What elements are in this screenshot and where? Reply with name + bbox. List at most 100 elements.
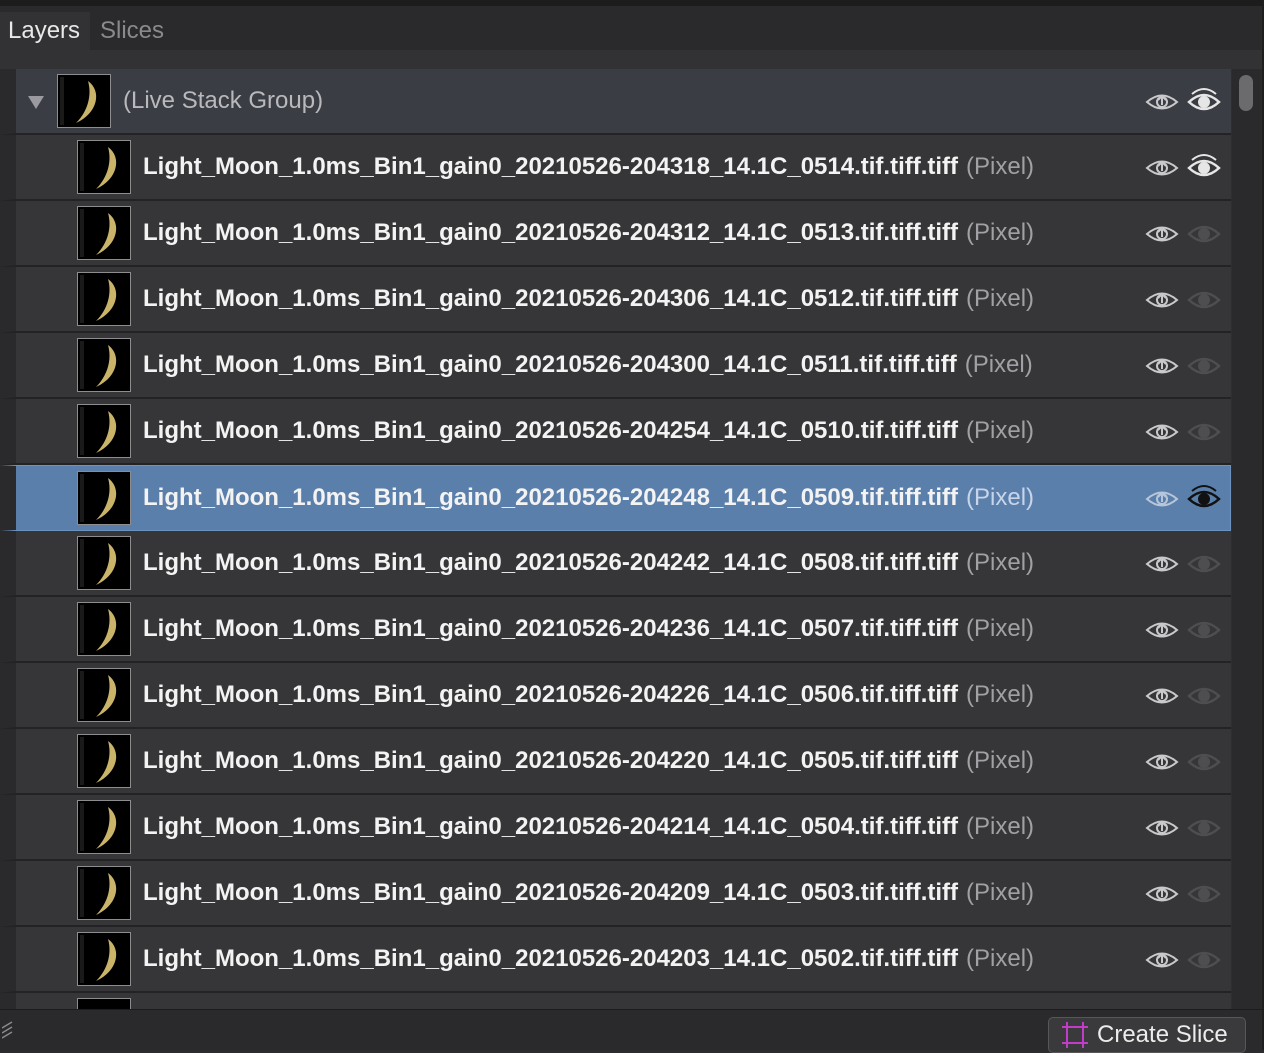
eye-arrow-icon[interactable]: [1145, 811, 1179, 843]
layer-kind: (Pixel): [966, 484, 1035, 511]
layer-row[interactable]: Light_Moon_1.0ms_Bin1_gain0_20210526-204…: [0, 597, 1231, 663]
eye-icon[interactable]: [1187, 482, 1221, 514]
layer-name-text: Light_Moon_1.0ms_Bin1_gain0_20210526-204…: [143, 549, 959, 576]
moon-thumbnail-icon: [80, 209, 117, 257]
moon-thumbnail-icon: [80, 737, 117, 785]
eye-icon[interactable]: [1187, 811, 1221, 843]
eye-arrow-icon[interactable]: [1145, 877, 1179, 909]
layer-thumbnail: [77, 206, 131, 260]
layer-thumbnail: [77, 998, 131, 1009]
eye-icon[interactable]: [1187, 943, 1221, 975]
eye-icon[interactable]: [1187, 349, 1221, 381]
eye-arrow-icon[interactable]: [1145, 415, 1179, 447]
eye-icon[interactable]: [1187, 217, 1221, 249]
eye-icon[interactable]: [1187, 613, 1221, 645]
layer-name-text: Light_Moon_1.0ms_Bin1_gain0_20210526-204…: [143, 484, 959, 511]
layer-row[interactable]: Light_Moon_1.0ms_Bin1_gain0_20210526-204…: [0, 465, 1231, 531]
panel-footer: Create Slice: [0, 1009, 1262, 1053]
layer-name: Light_Moon_1.0ms_Bin1_gain0_20210526-204…: [143, 663, 1034, 727]
layer-thumbnail: [77, 668, 131, 722]
layer-thumbnail: [77, 734, 131, 788]
tab-slices[interactable]: Slices: [92, 12, 178, 50]
disclosure-triangle-icon[interactable]: [28, 96, 44, 109]
eye-arrow-icon[interactable]: [1145, 943, 1179, 975]
layer-name: Light_Moon_1.0ms_Bin1_gain0_20210526-204…: [143, 531, 1034, 595]
layer-name: Light_Moon_1.0ms_Bin1_gain0_20210526-204…: [143, 597, 1034, 661]
create-slice-label: Create Slice: [1097, 1021, 1228, 1048]
layer-kind: (Pixel): [966, 813, 1035, 840]
layer-name: Light_Moon_1.0ms_Bin1_gain0_20210526-204…: [143, 466, 1034, 530]
eye-icon[interactable]: [1187, 547, 1221, 579]
layer-name: Light_Moon_1.0ms_Bin1_gain0_20210526-204…: [143, 333, 1033, 397]
layer-name-text: Light_Moon_1.0ms_Bin1_gain0_20210526-204…: [143, 417, 959, 444]
layer-row[interactable]: Light_Moon_1.0ms_Bin1_gain0_20210526-204…: [0, 399, 1231, 465]
layer-name: Light_Moon_1.0ms_Bin1_gain0_20210526-204…: [143, 399, 1034, 463]
layer-name: Light_Moon_1.0ms_Bin1_gain0_20210526-204…: [143, 927, 1034, 991]
eye-arrow-icon[interactable]: [1145, 151, 1179, 183]
layer-row-partial[interactable]: [0, 993, 1231, 1009]
layer-thumbnail: [77, 471, 131, 525]
moon-thumbnail-icon: [80, 935, 117, 983]
eye-icon[interactable]: [1187, 415, 1221, 447]
eye-icon[interactable]: [1187, 283, 1221, 315]
layer-kind: (Pixel): [966, 681, 1035, 708]
eye-icon[interactable]: [1187, 85, 1221, 117]
eye-arrow-icon[interactable]: [1145, 85, 1179, 117]
layer-row[interactable]: Light_Moon_1.0ms_Bin1_gain0_20210526-204…: [0, 795, 1231, 861]
eye-arrow-icon[interactable]: [1145, 283, 1179, 315]
eye-arrow-icon[interactable]: [1145, 349, 1179, 381]
eye-arrow-icon[interactable]: [1145, 547, 1179, 579]
layers-panel: Layers Slices (Live Stack Group) Light_Mo…: [0, 0, 1264, 1053]
layer-row[interactable]: Light_Moon_1.0ms_Bin1_gain0_20210526-204…: [0, 861, 1231, 927]
eye-arrow-icon[interactable]: [1145, 217, 1179, 249]
moon-thumbnail-icon: [80, 474, 117, 522]
layer-thumbnail: [77, 536, 131, 590]
layer-thumbnail: [77, 404, 131, 458]
layer-row[interactable]: Light_Moon_1.0ms_Bin1_gain0_20210526-204…: [0, 267, 1231, 333]
layer-kind: (Pixel): [966, 879, 1035, 906]
layer-kind: (Pixel): [966, 285, 1035, 312]
layer-row[interactable]: Light_Moon_1.0ms_Bin1_gain0_20210526-204…: [0, 333, 1231, 399]
layer-kind: (Pixel): [964, 351, 1033, 378]
layer-name: Light_Moon_1.0ms_Bin1_gain0_20210526-204…: [143, 267, 1034, 331]
layer-kind: (Pixel): [966, 153, 1035, 180]
layer-row[interactable]: Light_Moon_1.0ms_Bin1_gain0_20210526-204…: [0, 135, 1231, 201]
eye-icon[interactable]: [1187, 877, 1221, 909]
layer-thumbnail: [77, 338, 131, 392]
eye-icon[interactable]: [1187, 745, 1221, 777]
layer-kind: (Pixel): [966, 219, 1035, 246]
moon-thumbnail-icon: [80, 275, 117, 323]
layer-name: Light_Moon_1.0ms_Bin1_gain0_20210526-204…: [143, 135, 1034, 199]
eye-arrow-icon[interactable]: [1145, 679, 1179, 711]
layer-kind: (Pixel): [966, 945, 1035, 972]
layer-name-text: Light_Moon_1.0ms_Bin1_gain0_20210526-204…: [143, 813, 959, 840]
eye-icon[interactable]: [1187, 679, 1221, 711]
layer-name-text: Light_Moon_1.0ms_Bin1_gain0_20210526-204…: [143, 285, 959, 312]
panel-tabbar: Layers Slices: [0, 0, 1262, 50]
layer-row[interactable]: Light_Moon_1.0ms_Bin1_gain0_20210526-204…: [0, 531, 1231, 597]
layer-name-text: Light_Moon_1.0ms_Bin1_gain0_20210526-204…: [143, 219, 959, 246]
moon-thumbnail-icon: [80, 407, 117, 455]
layer-name-text: Light_Moon_1.0ms_Bin1_gain0_20210526-204…: [143, 153, 959, 180]
layer-name: Light_Moon_1.0ms_Bin1_gain0_20210526-204…: [143, 861, 1034, 925]
layer-row[interactable]: Light_Moon_1.0ms_Bin1_gain0_20210526-204…: [0, 729, 1231, 795]
eye-arrow-icon[interactable]: [1145, 613, 1179, 645]
eye-icon[interactable]: [1187, 151, 1221, 183]
tab-layers[interactable]: Layers: [0, 12, 90, 50]
vertical-scrollbar[interactable]: [1232, 69, 1262, 1009]
create-slice-button[interactable]: Create Slice: [1048, 1017, 1246, 1053]
scrollbar-thumb[interactable]: [1239, 75, 1253, 111]
layer-name: Light_Moon_1.0ms_Bin1_gain0_20210526-204…: [143, 729, 1034, 793]
moon-thumbnail-icon: [80, 605, 117, 653]
eye-arrow-icon[interactable]: [1145, 482, 1179, 514]
layer-row-group[interactable]: (Live Stack Group): [0, 69, 1231, 135]
layer-row[interactable]: Light_Moon_1.0ms_Bin1_gain0_20210526-204…: [0, 201, 1231, 267]
layer-thumbnail: [77, 140, 131, 194]
layer-name-text: Light_Moon_1.0ms_Bin1_gain0_20210526-204…: [143, 681, 959, 708]
layer-row[interactable]: Light_Moon_1.0ms_Bin1_gain0_20210526-204…: [0, 663, 1231, 729]
layer-thumbnail: [77, 800, 131, 854]
eye-arrow-icon[interactable]: [1145, 745, 1179, 777]
layer-row[interactable]: Light_Moon_1.0ms_Bin1_gain0_20210526-204…: [0, 927, 1231, 993]
resize-grip-icon[interactable]: [2, 1020, 14, 1040]
layer-kind: (Pixel): [966, 747, 1035, 774]
